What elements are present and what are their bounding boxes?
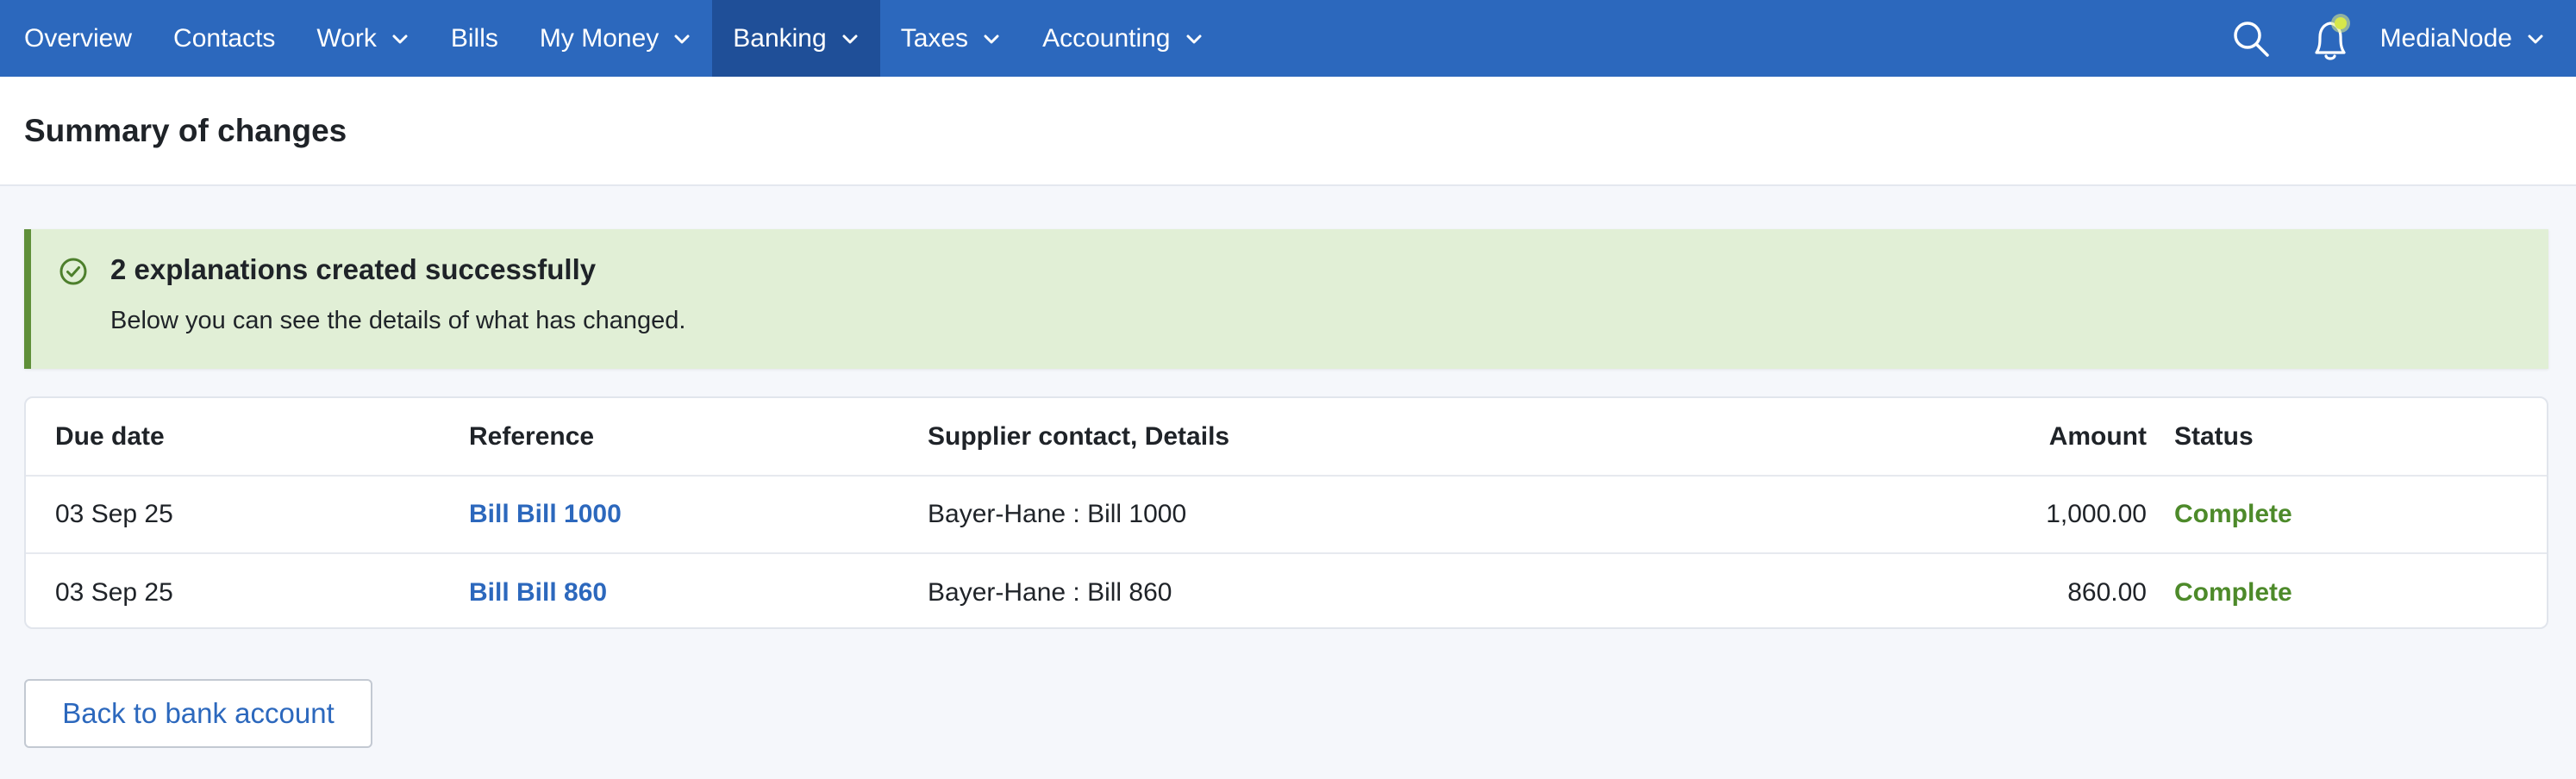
cell-reference: Bill Bill 1000 xyxy=(469,475,928,553)
cell-due-date: 03 Sep 25 xyxy=(26,475,469,553)
table-row: 03 Sep 25 Bill Bill 860 Bayer-Hane : Bil… xyxy=(26,552,2547,627)
column-header-due-date: Due date xyxy=(55,421,165,451)
status-label: Complete xyxy=(2174,500,2292,528)
cell-status: Complete xyxy=(2173,552,2547,627)
reference-link[interactable]: Bill Bill 1000 xyxy=(469,500,622,528)
chevron-down-icon xyxy=(1185,29,1204,48)
nav-item-label: Banking xyxy=(733,23,827,53)
check-circle-icon xyxy=(59,257,88,286)
table-row: 03 Sep 25 Bill Bill 1000 Bayer-Hane : Bi… xyxy=(26,475,2547,553)
top-navigation: Overview Contacts Work Bills My Money Ba… xyxy=(0,0,2576,77)
cell-amount: 1,000.00 xyxy=(1854,475,2173,553)
nav-item-banking[interactable]: Banking xyxy=(712,0,880,77)
nav-item-label: Bills xyxy=(450,23,498,53)
account-menu[interactable]: MediaNode xyxy=(2380,24,2545,53)
changes-table-grid: Due date Reference Supplier contact, Det… xyxy=(26,398,2547,627)
main-nav-menu: Overview Contacts Work Bills My Money Ba… xyxy=(0,0,1224,77)
success-banner: 2 explanations created successfully Belo… xyxy=(24,229,2548,369)
column-header-status: Status xyxy=(2174,421,2254,451)
nav-item-label: Taxes xyxy=(900,23,969,53)
changes-table: Due date Reference Supplier contact, Det… xyxy=(24,396,2548,629)
chevron-down-icon xyxy=(2526,29,2545,48)
cell-due-date: 03 Sep 25 xyxy=(26,552,469,627)
nav-item-accounting[interactable]: Accounting xyxy=(1022,0,1223,77)
nav-item-label: Work xyxy=(316,23,377,53)
page-header: Summary of changes xyxy=(0,77,2576,186)
cell-supplier: Bayer-Hane : Bill 860 xyxy=(928,552,1854,627)
chevron-down-icon xyxy=(391,29,410,48)
nav-item-label: My Money xyxy=(539,23,660,53)
column-header-amount: Amount xyxy=(2048,421,2147,451)
cell-amount: 860.00 xyxy=(1854,552,2173,627)
search-icon[interactable] xyxy=(2230,18,2272,59)
table-header-row: Due date Reference Supplier contact, Det… xyxy=(26,398,2547,476)
nav-item-taxes[interactable]: Taxes xyxy=(880,0,1022,77)
chevron-down-icon xyxy=(672,29,691,48)
banner-message: Below you can see the details of what ha… xyxy=(110,307,686,334)
cell-supplier: Bayer-Hane : Bill 1000 xyxy=(928,475,1854,553)
page-title: Summary of changes xyxy=(24,112,347,148)
column-header-reference: Reference xyxy=(469,421,595,451)
back-to-bank-account-button[interactable]: Back to bank account xyxy=(24,679,372,748)
bell-icon[interactable] xyxy=(2308,13,2354,65)
nav-item-overview[interactable]: Overview xyxy=(0,0,153,77)
status-label: Complete xyxy=(2174,577,2292,607)
nav-utilities: MediaNode xyxy=(2230,0,2576,77)
cell-reference: Bill Bill 860 xyxy=(469,552,928,627)
reference-link[interactable]: Bill Bill 860 xyxy=(469,578,607,607)
nav-item-label: Overview xyxy=(24,23,133,53)
nav-item-work[interactable]: Work xyxy=(296,0,429,77)
nav-item-my-money[interactable]: My Money xyxy=(519,0,712,77)
column-header-supplier: Supplier contact, Details xyxy=(928,421,1230,451)
account-name: MediaNode xyxy=(2379,23,2512,53)
nav-item-label: Contacts xyxy=(173,23,276,53)
nav-item-bills[interactable]: Bills xyxy=(430,0,519,77)
chevron-down-icon xyxy=(982,29,1001,48)
banner-title: 2 explanations created successfully xyxy=(110,253,597,285)
nav-item-contacts[interactable]: Contacts xyxy=(153,0,296,77)
chevron-down-icon xyxy=(841,29,860,48)
nav-item-label: Accounting xyxy=(1042,23,1171,53)
cell-status: Complete xyxy=(2173,475,2547,553)
